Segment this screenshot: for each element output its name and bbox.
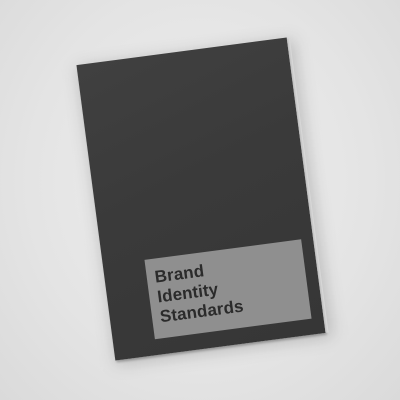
background-surface: Brand Identity Standards [0, 0, 400, 400]
title-label-panel: Brand Identity Standards [144, 239, 312, 340]
book-cover: Brand Identity Standards [76, 37, 329, 361]
